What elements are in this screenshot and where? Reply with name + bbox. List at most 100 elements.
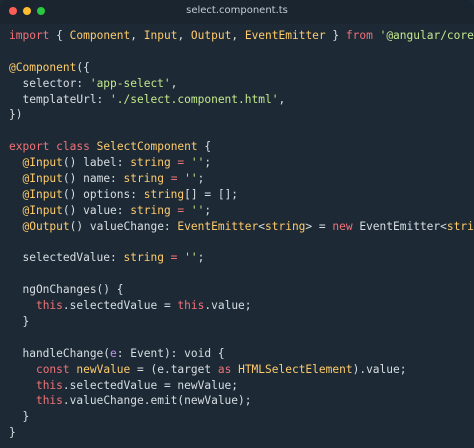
code-token: '' — [184, 251, 198, 265]
code-token: ngOnChanges() { — [9, 283, 124, 297]
code-token: string — [123, 251, 164, 265]
code-token: } — [9, 426, 16, 440]
code-token: .value; — [204, 299, 252, 313]
code-token: , — [278, 92, 286, 106]
code-token: templateUrl: — [9, 92, 111, 106]
code-line[interactable]: templateUrl: './select.component.html', — [9, 92, 474, 108]
code-line[interactable]: this.selectedValue = newValue; — [9, 378, 474, 394]
code-token: = — [163, 251, 185, 265]
code-line[interactable]: @Input() name: string = ''; — [9, 171, 474, 187]
code-editor[interactable]: import { Component, Input, Output, Event… — [9, 28, 474, 441]
code-line[interactable]: handleChange(e: Event): void { — [9, 346, 474, 362]
code-token: string — [130, 156, 171, 170]
code-token: class — [56, 140, 90, 154]
code-line[interactable] — [9, 123, 474, 139]
code-token: EventEmitter — [244, 29, 326, 42]
code-token: ({ — [76, 60, 90, 74]
code-line[interactable]: } — [9, 425, 474, 441]
code-token: , — [130, 29, 144, 42]
code-token: { — [197, 140, 212, 154]
code-line[interactable]: @Output() valueChange: EventEmitter<stri… — [9, 219, 474, 235]
code-token: Input — [143, 29, 178, 42]
code-token: e — [110, 346, 117, 360]
code-token: = (e.target — [130, 362, 218, 376]
code-line[interactable]: } — [9, 314, 474, 330]
code-line[interactable]: } — [9, 409, 474, 425]
code-token: = — [170, 156, 191, 170]
code-token: @Component — [9, 60, 77, 74]
code-token: this — [35, 394, 63, 408]
code-line[interactable]: @Component({ — [9, 60, 474, 76]
code-token: : Event): void { — [116, 346, 225, 360]
code-token: @Input — [22, 156, 63, 170]
code-line[interactable]: @Input() options: string[] = []; — [9, 187, 474, 203]
code-token: , — [231, 29, 245, 42]
code-token: () name: — [62, 172, 124, 186]
code-token: () label: — [62, 156, 131, 170]
code-token: newValue — [76, 362, 131, 376]
code-token: new — [332, 219, 353, 233]
code-token: this — [177, 299, 205, 313]
code-line[interactable]: selectedValue: string = ''; — [9, 250, 474, 266]
code-token: '' — [190, 203, 205, 217]
code-token: = — [163, 172, 185, 186]
code-token: ; — [197, 172, 205, 186]
code-token: ; — [204, 156, 212, 170]
title-bar: select.component.ts — [0, 0, 474, 24]
code-token: , — [177, 29, 191, 42]
code-token: EventEmitter< — [352, 219, 447, 233]
code-token: 'app-select' — [89, 76, 171, 90]
code-line[interactable] — [9, 330, 474, 346]
code-token: './select.component.html' — [110, 92, 279, 106]
code-line[interactable]: this.valueChange.emit(newValue); — [9, 393, 474, 409]
code-token: .selectedValue = newValue; — [62, 378, 239, 392]
code-line[interactable]: }) — [9, 107, 474, 123]
code-token: } — [9, 410, 30, 424]
code-token: from — [345, 29, 373, 42]
code-token: () valueChange: — [69, 219, 178, 233]
code-token: const — [35, 362, 70, 376]
code-token: () value: — [62, 203, 131, 217]
code-token: [] = []; — [184, 187, 239, 201]
code-line[interactable]: const newValue = (e.target as HTMLSelect… — [9, 362, 474, 378]
code-line[interactable]: ngOnChanges() { — [9, 282, 474, 298]
code-token: '@angular/core' — [379, 29, 474, 42]
code-line[interactable]: export class SelectComponent { — [9, 139, 474, 155]
code-token: '' — [184, 172, 198, 186]
code-token: = — [170, 203, 191, 217]
code-token: string — [446, 219, 474, 233]
code-token: () options: — [62, 187, 144, 201]
code-line[interactable]: import { Component, Input, Output, Event… — [9, 28, 474, 44]
code-token: selector: — [9, 76, 90, 90]
code-line[interactable] — [9, 266, 474, 282]
code-token: EventEmitter — [177, 219, 259, 233]
code-token: ; — [204, 203, 212, 217]
code-token: .selectedValue = — [62, 299, 178, 313]
code-line[interactable] — [9, 235, 474, 251]
code-line[interactable]: @Input() value: string = ''; — [9, 203, 474, 219]
code-token: SelectComponent — [96, 140, 198, 154]
code-line[interactable]: @Input() label: string = ''; — [9, 155, 474, 171]
code-token: string — [123, 172, 164, 186]
code-token: } — [9, 315, 30, 329]
code-token: > = — [305, 219, 333, 233]
code-token: } — [325, 29, 346, 42]
code-token: string — [143, 187, 185, 201]
code-line[interactable] — [9, 44, 474, 60]
window-title: select.component.ts — [186, 5, 288, 16]
code-token: }) — [9, 108, 23, 122]
code-line[interactable]: this.selectedValue = this.value; — [9, 298, 474, 314]
code-token: this — [35, 378, 63, 392]
code-token: this — [35, 299, 63, 313]
code-token: Component — [69, 29, 131, 42]
code-token: string — [265, 219, 306, 233]
code-line[interactable]: selector: 'app-select', — [9, 76, 474, 92]
code-token: , — [170, 76, 178, 90]
code-token: @Output — [22, 219, 70, 233]
